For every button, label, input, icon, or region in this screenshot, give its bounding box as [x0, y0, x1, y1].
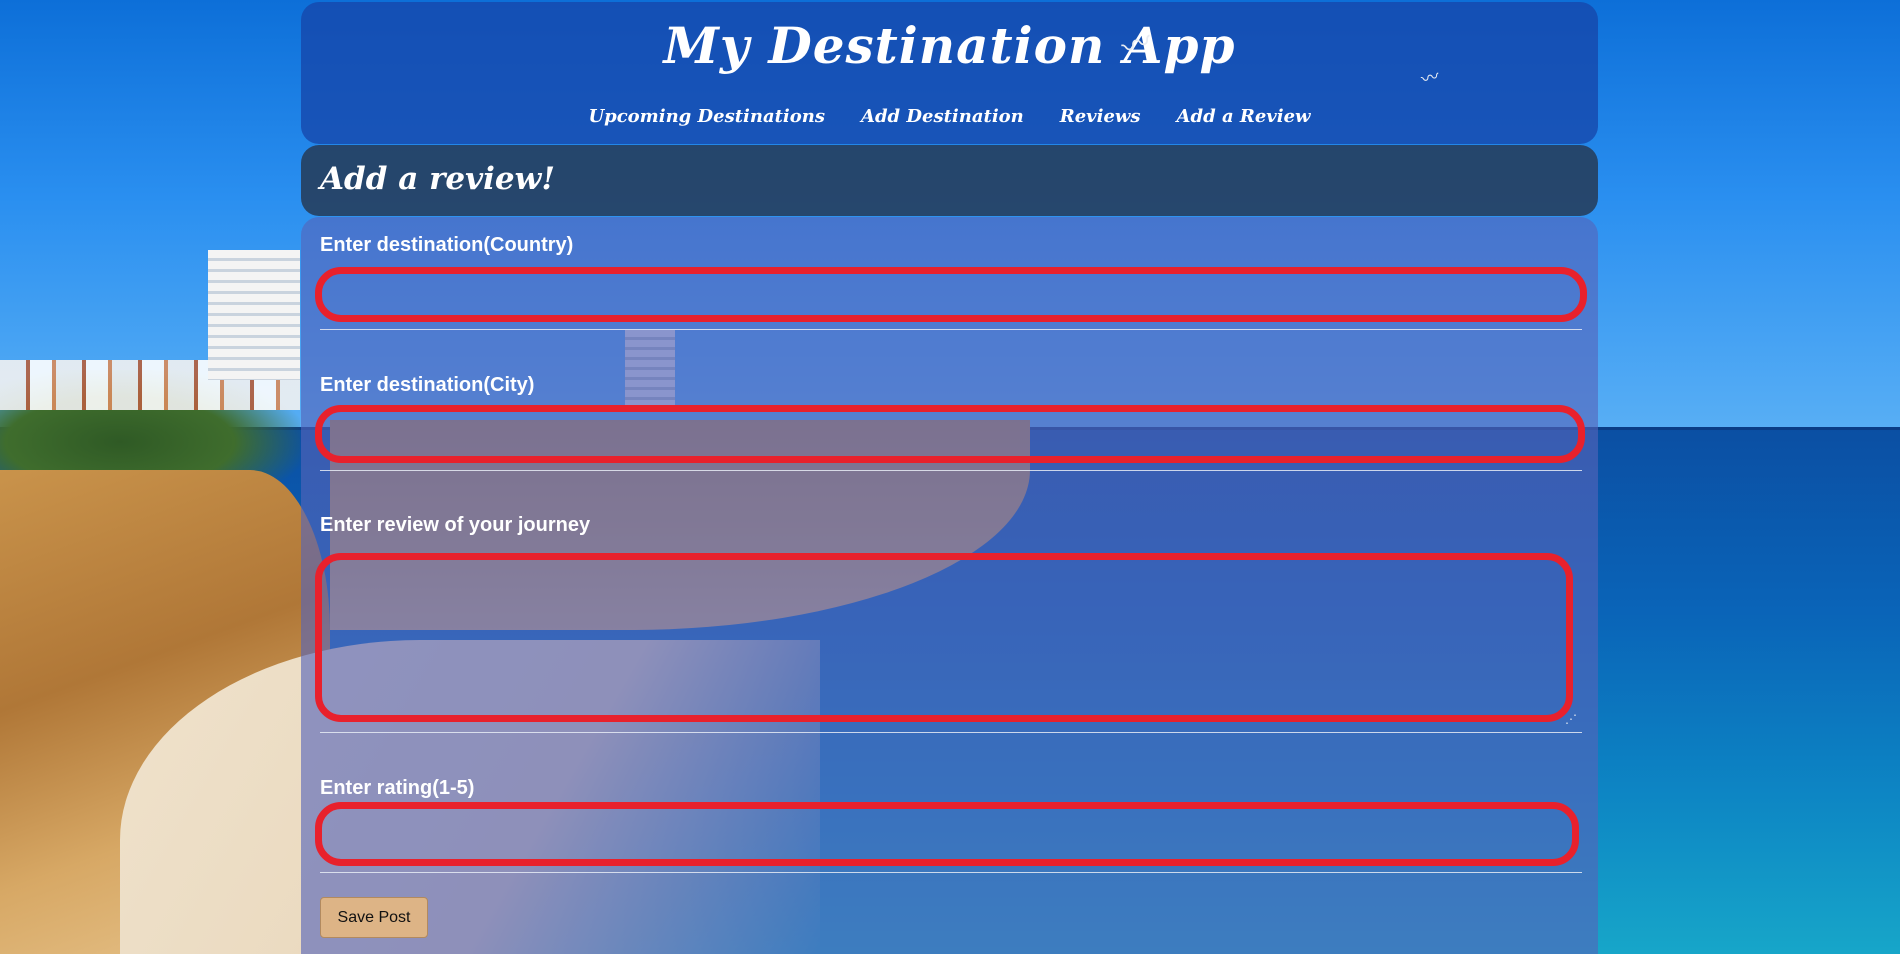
city-label: Enter destination(City)	[320, 374, 535, 396]
divider	[320, 470, 1582, 471]
nav-upcoming-destinations[interactable]: Upcoming Destinations	[588, 106, 825, 127]
hotel-tower	[208, 250, 300, 380]
main-nav: Upcoming Destinations Add Destination Re…	[301, 106, 1598, 127]
rating-label: Enter rating(1-5)	[320, 777, 475, 799]
nav-add-destination[interactable]: Add Destination	[861, 106, 1024, 127]
header: My Destination App 〰 〰 Upcoming Destinat…	[301, 2, 1598, 144]
nav-add-a-review[interactable]: Add a Review	[1177, 106, 1311, 127]
review-form: Enter destination(Country) Enter destina…	[301, 217, 1598, 954]
divider	[320, 329, 1582, 330]
city-input[interactable]	[322, 412, 1578, 456]
save-post-button[interactable]: Save Post	[320, 897, 428, 938]
app-title: My Destination App	[663, 16, 1236, 75]
resize-grip-icon[interactable]: ⋰	[1565, 712, 1577, 726]
rating-field-frame	[315, 802, 1579, 866]
nav-reviews[interactable]: Reviews	[1060, 106, 1141, 127]
city-field-frame	[315, 405, 1585, 463]
page-title: Add a review!	[320, 161, 555, 197]
country-label: Enter destination(Country)	[320, 234, 574, 256]
rating-input[interactable]	[322, 809, 1572, 859]
divider	[320, 732, 1582, 733]
country-input[interactable]	[322, 274, 1580, 315]
country-field-frame	[315, 267, 1587, 322]
review-field-frame	[315, 553, 1573, 722]
app-container: My Destination App 〰 〰 Upcoming Destinat…	[301, 0, 1598, 954]
divider	[320, 872, 1582, 873]
section-header: Add a review!	[301, 145, 1598, 216]
review-textarea[interactable]	[322, 560, 1566, 715]
review-label: Enter review of your journey	[320, 514, 591, 536]
